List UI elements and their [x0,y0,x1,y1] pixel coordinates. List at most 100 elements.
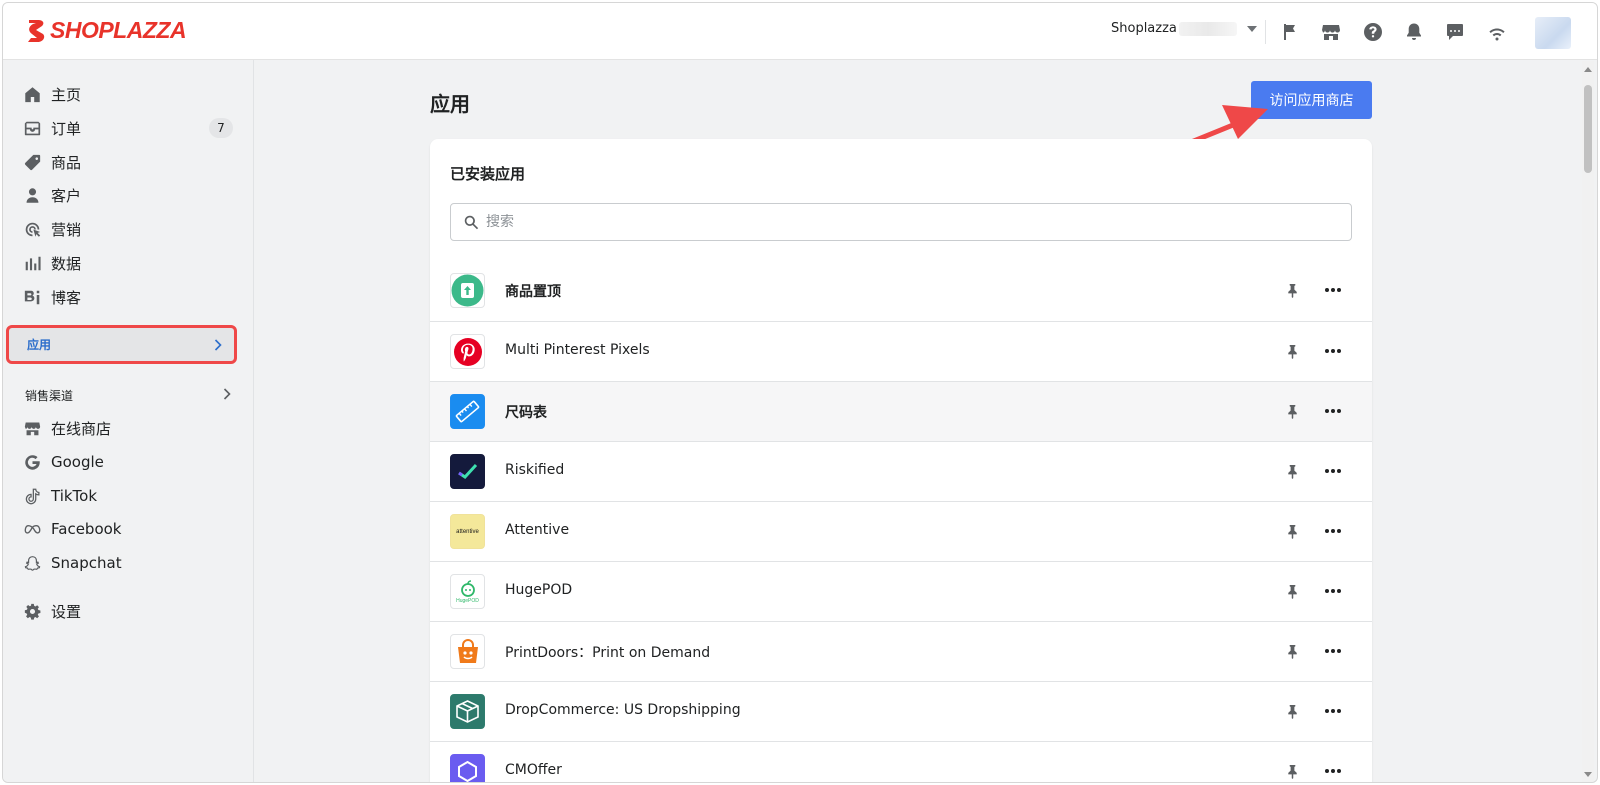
shoplazza-logo[interactable]: SHOPLAZZA [25,17,187,44]
sidebar-channel-facebook[interactable]: Facebook [23,517,233,541]
user-avatar[interactable] [1535,17,1571,49]
store-icon [23,419,41,437]
app-name[interactable]: CMOffer [505,762,562,778]
more-options-icon[interactable] [1320,521,1346,541]
sidebar-item-customers[interactable]: 客户 [23,183,233,207]
pin-icon[interactable] [1282,581,1302,601]
sidebar: 主页 订单 7 商品 客户 营销 数据 博客 应用 销售渠道 在线商店 Goog… [3,60,254,782]
sidebar-channel-tiktok[interactable]: TikTok [23,484,233,508]
hugepod-icon [460,579,475,597]
sidebar-item-orders[interactable]: 订单 7 [23,116,233,140]
pin-icon[interactable] [1282,341,1302,361]
pin-icon[interactable] [1282,521,1302,541]
logo-mark-icon [28,19,45,42]
sidebar-item-products[interactable]: 商品 [23,150,233,174]
app-row[interactable]: HugePOD HugePOD [430,561,1372,621]
sidebar-item-blog[interactable]: 博客 [23,285,233,309]
scroll-thumb[interactable] [1584,85,1592,173]
more-options-icon[interactable] [1320,641,1346,661]
more-options-icon[interactable] [1320,341,1346,361]
app-name[interactable]: PrintDoors：Print on Demand [505,642,710,662]
bell-icon[interactable] [1404,22,1424,42]
pin-icon[interactable] [1282,401,1302,421]
app-row[interactable]: Riskified [430,441,1372,501]
app-name[interactable]: Riskified [505,462,564,478]
app-name[interactable]: Multi Pinterest Pixels [505,342,650,358]
flag-icon[interactable] [1280,22,1300,42]
more-options-icon[interactable] [1320,401,1346,421]
app-name[interactable]: HugePOD [505,582,572,598]
more-options-icon[interactable] [1320,581,1346,601]
top-bar: SHOPLAZZA Shoplazza [3,3,1597,60]
pin-icon[interactable] [1282,641,1302,661]
chevron-right-icon [223,388,231,400]
app-icon-riskified [450,454,485,489]
pin-icon[interactable] [1282,761,1302,781]
app-row[interactable]: DropCommerce: US Dropshipping [430,681,1372,741]
more-options-icon[interactable] [1320,461,1346,481]
sidebar-item-analytics[interactable]: 数据 [23,251,233,275]
scroll-down-arrow-icon[interactable] [1584,772,1592,777]
app-row[interactable]: attentive Attentive [430,501,1372,561]
app-row[interactable]: 商品置顶 [430,261,1372,321]
store-switcher[interactable]: Shoplazza [1111,21,1257,36]
meta-icon [23,520,41,538]
sidebar-item-label: 博客 [51,288,82,307]
ruler-icon [451,395,484,428]
tag-icon [23,153,41,171]
app-name[interactable]: Attentive [505,522,569,538]
help-icon[interactable] [1363,22,1383,42]
logo-text: SHOPLAZZA [50,17,187,43]
tiktok-icon [23,487,41,505]
app-name[interactable]: DropCommerce: US Dropshipping [505,702,741,718]
search-input[interactable] [486,214,1326,230]
app-window: SHOPLAZZA Shoplazza 主页 订单 7 商品 客户 营销 数据 … [2,2,1598,783]
sidebar-item-settings[interactable]: 设置 [23,599,233,623]
box-icon [451,695,484,728]
app-row[interactable]: PrintDoors：Print on Demand [430,621,1372,681]
more-options-icon[interactable] [1320,761,1346,781]
sales-channels-label: 销售渠道 [25,389,74,403]
page-scrollbar[interactable] [1582,61,1594,782]
app-row[interactable]: 尺码表 [430,381,1372,441]
page-title: 应用 [430,92,470,116]
app-icon-cmoffer [450,754,485,782]
more-options-icon[interactable] [1320,280,1346,300]
orders-count-badge: 7 [209,118,233,138]
sidebar-item-apps[interactable]: 应用 [6,325,237,364]
app-icon-product-pin [450,273,485,308]
pinterest-icon [453,337,482,366]
person-icon [23,186,41,204]
gear-icon [23,602,41,620]
app-icon-dropcommerce [450,694,485,729]
store-icon[interactable] [1321,22,1341,42]
sidebar-item-home[interactable]: 主页 [23,82,233,106]
app-name[interactable]: 商品置顶 [505,281,561,301]
sidebar-channel-snapchat[interactable]: Snapchat [23,551,233,575]
blog-icon [23,288,41,306]
shopping-bag-icon [457,638,478,663]
google-icon [23,453,41,471]
chat-icon[interactable] [1445,22,1465,42]
pin-icon[interactable] [1282,701,1302,721]
app-row[interactable]: Multi Pinterest Pixels [430,321,1372,381]
sidebar-channel-online-store[interactable]: 在线商店 [23,416,233,440]
scroll-up-arrow-icon[interactable] [1584,67,1592,72]
inbox-icon [23,119,41,137]
sidebar-channel-google[interactable]: Google [23,450,233,474]
topbar-divider [1265,20,1266,44]
search-box[interactable] [450,203,1352,241]
sidebar-item-label: 主页 [51,85,82,104]
sidebar-item-label: 营销 [51,220,82,239]
app-row[interactable]: CMOffer [430,741,1372,782]
app-icon-attentive: attentive [450,514,485,549]
sidebar-item-label: TikTok [51,487,98,505]
pin-icon[interactable] [1282,280,1302,300]
bars-icon [23,254,41,272]
pin-icon[interactable] [1282,461,1302,481]
sales-channels-header[interactable]: 销售渠道 [25,387,233,404]
app-name[interactable]: 尺码表 [505,402,547,422]
wifi-icon[interactable] [1487,22,1507,42]
sidebar-item-marketing[interactable]: 营销 [23,217,233,241]
more-options-icon[interactable] [1320,701,1346,721]
